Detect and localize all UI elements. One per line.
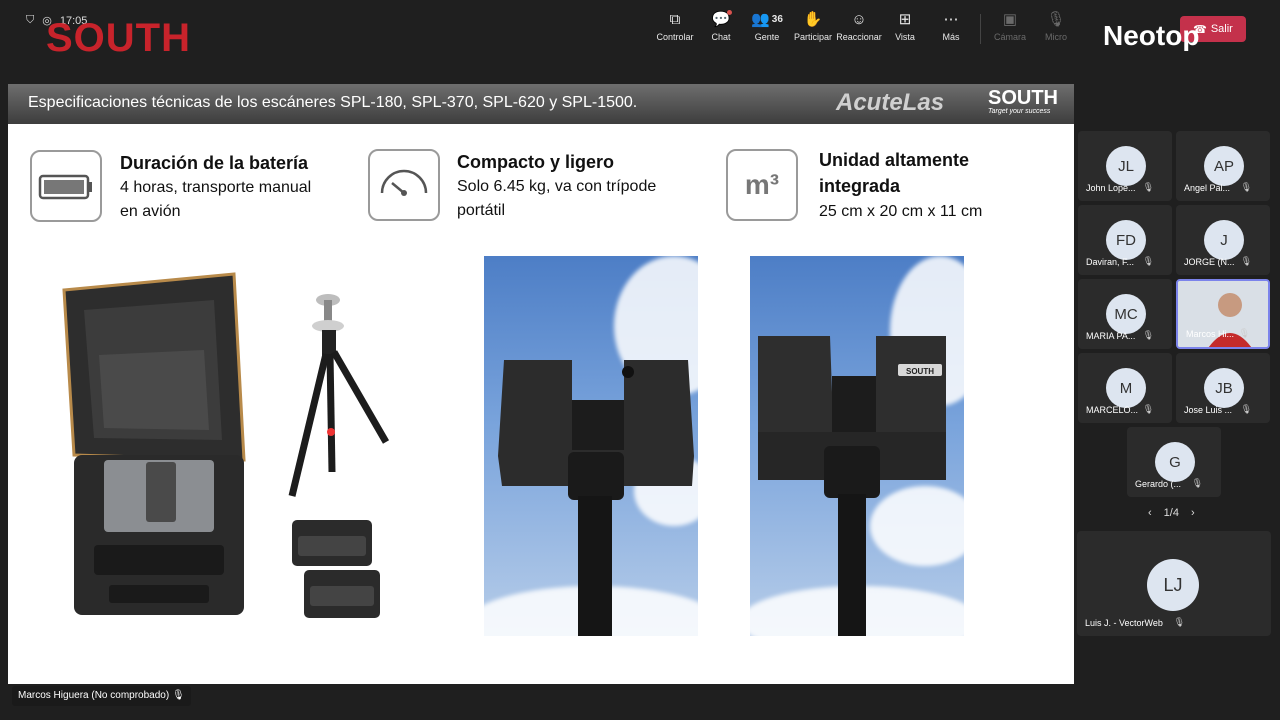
raise-hand-button[interactable]: ✋ Participar (790, 6, 836, 44)
avatar: JL (1106, 146, 1146, 186)
mic-muted-icon: 🎙 (1240, 256, 1252, 266)
spec-battery-title: Duración de la batería (120, 153, 309, 173)
avatar: LJ (1147, 559, 1199, 611)
mic-muted-icon: 🎙 (1142, 182, 1154, 192)
slide-header: Especificaciones técnicas de los escáner… (8, 84, 1074, 124)
participant-name: MARIA PA... (1086, 331, 1136, 341)
participant-tile-video[interactable]: Marcos Hi... 🎙 (1176, 279, 1270, 349)
shield-icon: ⛉ (26, 14, 35, 26)
mic-muted-icon: 🎙 (1173, 617, 1185, 627)
more-button[interactable]: ⋯ Más (928, 6, 974, 44)
gallery-pager: ‹ 1/4 › (1148, 507, 1195, 519)
battery-icon (30, 150, 102, 222)
participant-tile[interactable]: J JORGE (N... 🎙 (1176, 205, 1270, 275)
raise-hand-icon: ✋ (803, 11, 823, 28)
grid-icon: ⊞ (898, 11, 912, 28)
share-screen-icon: ⧉ (669, 10, 681, 28)
carrying-case-image (54, 270, 254, 620)
participant-name: Angel Pal... (1184, 183, 1231, 193)
participant-name: Daviran, F... (1086, 257, 1135, 267)
spec-battery-desc-1: 4 horas, transporte manual (120, 179, 312, 196)
avatar: G (1155, 442, 1195, 482)
avatar: M (1106, 368, 1146, 408)
featured-participant-tile[interactable]: LJ Luis J. - VectorWeb 🎙 (1077, 531, 1271, 636)
participant-name: JORGE (N... (1184, 257, 1235, 267)
south-logo: SOUTH (46, 16, 191, 60)
participant-tile[interactable]: G Gerardo (... 🎙 (1127, 427, 1221, 497)
participant-name: Jose Luis ... (1184, 405, 1233, 415)
react-button[interactable]: ☺ Reaccionar (836, 6, 882, 44)
spec-battery-desc-2: en avión (120, 203, 181, 220)
view-button[interactable]: ⊞ Vista (882, 6, 928, 44)
toolbar-buttons: ⧉ Controlar 💬 Chat 👥 36 Gente ✋ Participa… (652, 6, 1079, 44)
avatar: AP (1204, 146, 1244, 186)
avatar: FD (1106, 220, 1146, 260)
chevron-right-icon[interactable]: › (1191, 507, 1195, 519)
gauge-icon (368, 149, 440, 221)
spec-compact-desc-2: portátil (457, 202, 506, 219)
neotop-watermark: Neotop (1103, 20, 1200, 51)
camera-off-icon: ▣ (1002, 11, 1018, 28)
page-indicator: 1/4 (1163, 507, 1179, 519)
tripod-image (278, 292, 398, 502)
mic-button[interactable]: 🎙 Micro (1033, 6, 1079, 44)
mic-muted-icon: 🎙 (1142, 256, 1154, 266)
south-slide-logo: SOUTH Target your success (988, 87, 1058, 115)
avatar: MC (1106, 294, 1146, 334)
mic-muted-icon: 🎙 (1142, 404, 1154, 414)
participant-tile[interactable]: M MARCELO... 🎙 (1078, 353, 1172, 423)
spec-integrated-title-1: Unidad altamente (819, 150, 970, 170)
mic-muted-icon: 🎙 (1240, 404, 1252, 414)
participant-tile[interactable]: JL John Lope... 🎙 (1078, 131, 1172, 201)
chat-icon: 💬 (711, 10, 732, 28)
spec-integrated-title-2: integrada (819, 176, 901, 196)
chat-button[interactable]: 💬 Chat (698, 6, 744, 44)
smile-icon: ☺ (851, 10, 867, 28)
participant-name: Marcos Hi... (1186, 329, 1235, 339)
toolbar-divider (980, 14, 981, 44)
participant-tile[interactable]: AP Angel Pal... 🎙 (1176, 131, 1270, 201)
participant-name: Luis J. - VectorWeb (1085, 618, 1163, 628)
more-icon: ⋯ (943, 11, 959, 28)
avatar: J (1204, 220, 1244, 260)
mic-icon: 🎙 (171, 690, 185, 701)
slide-title: Especificaciones técnicas de los escáner… (28, 94, 638, 111)
participant-tile[interactable]: JB Jose Luis ... 🎙 (1176, 353, 1270, 423)
camera-button[interactable]: ▣ Cámara (987, 6, 1033, 44)
mic-muted-icon: 🎙 (1191, 478, 1203, 488)
acutelas-logo: AcuteLas (836, 89, 945, 116)
share-button[interactable]: ⧉ Controlar (652, 6, 698, 44)
spec-compact-title: Compacto y ligero (457, 152, 615, 172)
scanner-photo-side: SOUTH (750, 256, 964, 636)
mic-off-icon: 🎙 (1046, 11, 1066, 28)
participant-name: John Lope... (1086, 183, 1136, 193)
spec-integrated-desc: 25 cm x 20 cm x 11 cm (819, 203, 983, 220)
participant-name: Gerardo (... (1135, 479, 1182, 489)
people-button[interactable]: 👥 36 Gente (744, 6, 790, 44)
meeting-toolbar: ⛉ ◎ 17:05 SOUTH ⧉ Controlar 💬 Chat 👥 36 G… (0, 0, 1280, 58)
presenter-label: Marcos Higuera (No comprobado) 🎙 (12, 686, 191, 706)
participant-tile[interactable]: MC MARIA PA... 🎙 (1078, 279, 1172, 349)
spec-compact-desc-1: Solo 6.45 kg, va con trípode (457, 178, 657, 195)
shared-slide: Especificaciones técnicas de los escáner… (8, 84, 1074, 684)
participant-name: MARCELO... (1086, 405, 1139, 415)
avatar: JB (1204, 368, 1244, 408)
volume-icon: m³ (726, 149, 798, 221)
scanner-brand-label: SOUTH (906, 367, 934, 376)
mic-muted-icon: 🎙 (1238, 328, 1250, 338)
chevron-left-icon[interactable]: ‹ (1148, 507, 1152, 519)
participant-tile[interactable]: FD Daviran, F... 🎙 (1078, 205, 1172, 275)
scanner-photo-front (484, 256, 698, 636)
people-icon: 👥 36 (751, 11, 783, 28)
mic-muted-icon: 🎙 (1142, 330, 1154, 340)
mic-muted-icon: 🎙 (1240, 182, 1252, 192)
people-count: 36 (771, 13, 783, 25)
batteries-image (292, 518, 392, 620)
